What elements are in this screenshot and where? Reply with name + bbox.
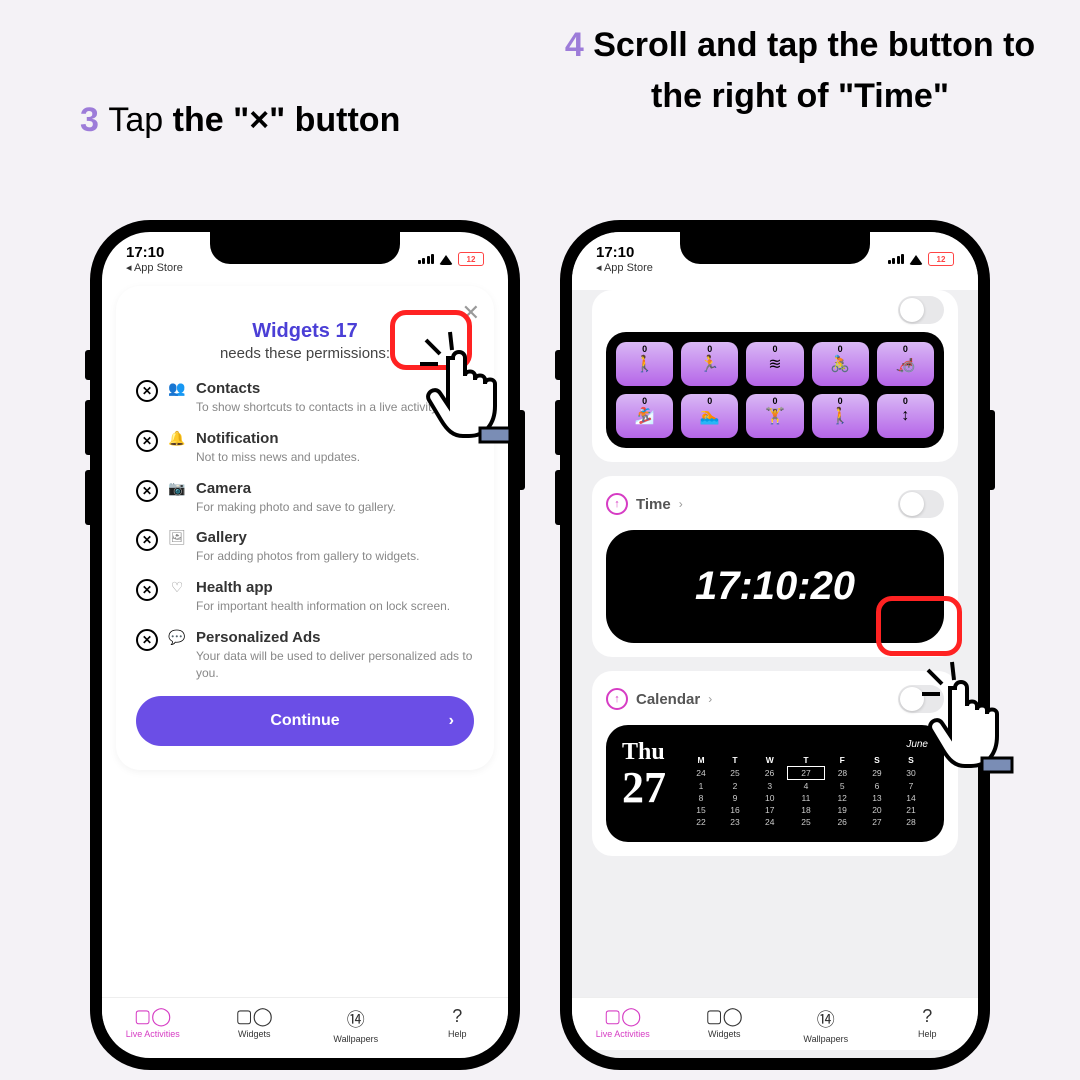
tab-live-activities[interactable]: ▢◯Live Activities	[102, 1006, 204, 1044]
perm-icon: ♡	[168, 579, 186, 596]
activities-toggle[interactable]	[898, 296, 944, 324]
tab-help[interactable]: ?Help	[877, 1006, 979, 1044]
tap-hand-icon	[418, 330, 538, 450]
time-label[interactable]: Time	[636, 496, 671, 513]
calendar-label[interactable]: Calendar	[636, 691, 700, 708]
tab-bar: ▢◯Live Activities▢◯Widgets⑭Wallpapers?He…	[572, 997, 978, 1050]
back-to-appstore[interactable]: ◂ App Store	[126, 261, 183, 274]
tab-help[interactable]: ?Help	[407, 1006, 509, 1044]
perm-icon: 💬	[168, 629, 186, 646]
instruction-4: 4 Scroll and tap the button to the right…	[560, 20, 1040, 122]
tab-live-activities[interactable]: ▢◯Live Activities	[572, 1006, 674, 1044]
wifi-icon	[909, 248, 923, 265]
perm-title: Personalized Ads	[196, 629, 474, 646]
tab-wallpapers[interactable]: ⑭Wallpapers	[305, 1006, 407, 1044]
tap-hand-icon	[920, 660, 1040, 780]
perm-desc: For adding photos from gallery to widget…	[196, 548, 474, 565]
permission-row: ✕ ♡ Health app For important health informa…	[136, 579, 474, 615]
perm-desc: For making photo and save to gallery.	[196, 499, 474, 516]
battery-icon: 12	[928, 252, 954, 266]
activity-tile[interactable]: 0≋	[746, 342, 803, 386]
deny-icon: ✕	[136, 529, 158, 551]
perm-desc: Not to miss news and updates.	[196, 449, 474, 466]
deny-icon: ✕	[136, 629, 158, 651]
tab-widgets[interactable]: ▢◯Widgets	[204, 1006, 306, 1044]
activity-tile[interactable]: 0🚶	[616, 342, 673, 386]
wifi-icon	[439, 248, 453, 265]
permission-row: ✕ 🖼 Gallery For adding photos from gallery …	[136, 529, 474, 565]
deny-icon: ✕	[136, 579, 158, 601]
activity-tile[interactable]: 0🏊	[681, 394, 738, 438]
perm-title: Health app	[196, 579, 474, 596]
time-toggle[interactable]	[898, 490, 944, 518]
back-to-appstore[interactable]: ◂ App Store	[596, 261, 653, 274]
perm-title: Gallery	[196, 529, 474, 546]
battery-icon: 12	[458, 252, 484, 266]
activity-tile[interactable]: 0🏃	[681, 342, 738, 386]
deny-icon: ✕	[136, 480, 158, 502]
perm-icon: 🖼	[168, 529, 186, 546]
up-arrow-icon[interactable]: ↑	[606, 493, 628, 515]
perm-icon: 👥	[168, 380, 186, 397]
tab-bar: ▢◯Live Activities▢◯Widgets⑭Wallpapers?He…	[102, 997, 508, 1050]
activities-grid: 0🚶0🏃0≋0🚴0🦽0🏂0🏊0🏋0🚶0↕	[606, 332, 944, 448]
perm-desc: Your data will be used to deliver person…	[196, 648, 474, 682]
permission-row: ✕ 📷 Camera For making photo and save to gal…	[136, 480, 474, 516]
continue-button[interactable]: Continue›	[136, 696, 474, 746]
activity-tile[interactable]: 0🏂	[616, 394, 673, 438]
chevron-right-icon: ›	[679, 497, 683, 511]
calendar-card: ↑ Calendar › Thu27 JuneMTWTFSS2425262728…	[592, 671, 958, 856]
calendar-display: Thu27 JuneMTWTFSS24252627282930123456789…	[606, 725, 944, 842]
up-arrow-icon[interactable]: ↑	[606, 688, 628, 710]
instruction-3: 3 Tap the "×" button	[80, 95, 400, 146]
highlight-ring-toggle	[876, 596, 962, 656]
permission-row: ✕ 💬 Personalized Ads Your data will be used…	[136, 629, 474, 682]
activities-card: 0🚶0🏃0≋0🚴0🦽0🏂0🏊0🏋0🚶0↕	[592, 290, 958, 462]
perm-desc: For important health information on lock…	[196, 598, 474, 615]
signal-icon	[888, 254, 905, 264]
activity-tile[interactable]: 0↕	[877, 394, 934, 438]
signal-icon	[418, 254, 435, 264]
chevron-right-icon: ›	[708, 692, 712, 706]
perm-title: Camera	[196, 480, 474, 497]
activity-tile[interactable]: 0🚶	[812, 394, 869, 438]
deny-icon: ✕	[136, 380, 158, 402]
activity-tile[interactable]: 0🚴	[812, 342, 869, 386]
deny-icon: ✕	[136, 430, 158, 452]
tab-widgets[interactable]: ▢◯Widgets	[674, 1006, 776, 1044]
perm-icon: 🔔	[168, 430, 186, 447]
activity-tile[interactable]: 0🏋	[746, 394, 803, 438]
activity-tile[interactable]: 0🦽	[877, 342, 934, 386]
perm-icon: 📷	[168, 480, 186, 497]
tab-wallpapers[interactable]: ⑭Wallpapers	[775, 1006, 877, 1044]
